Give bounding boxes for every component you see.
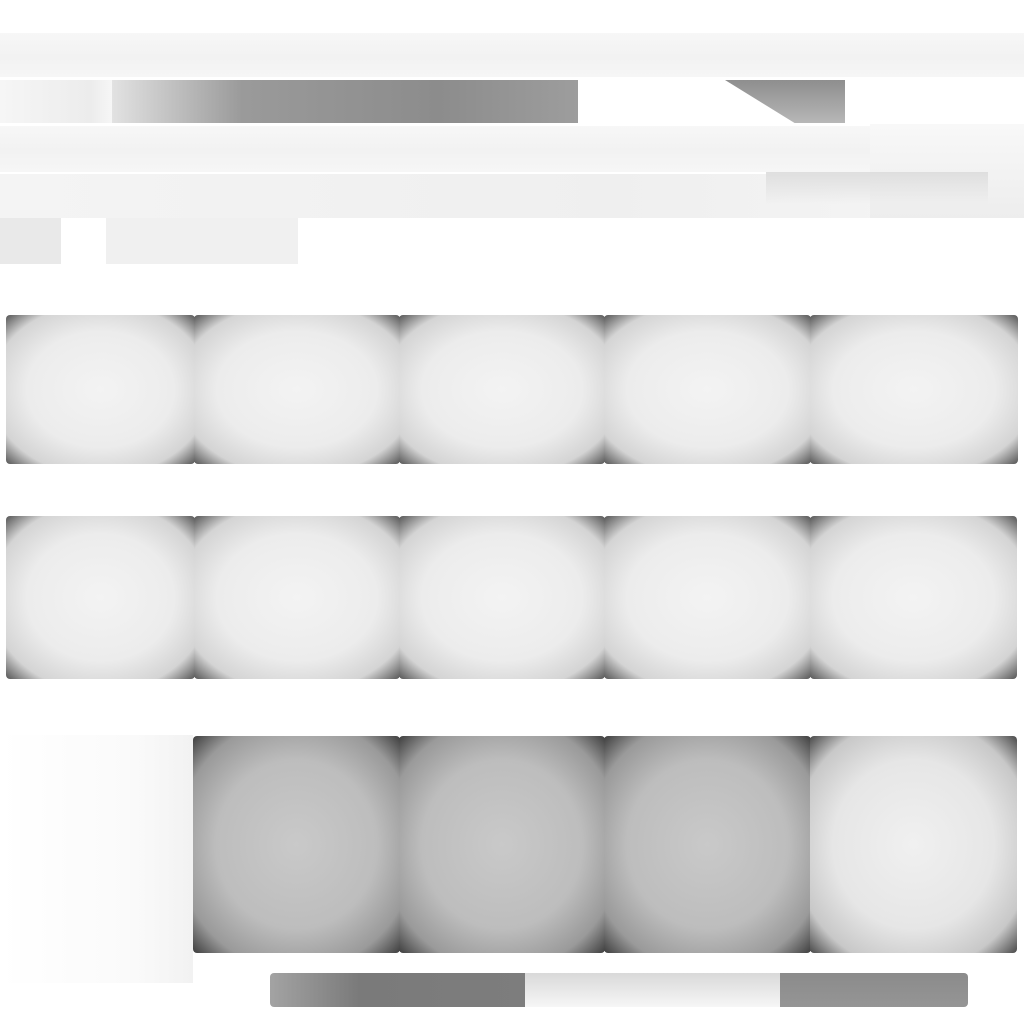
tab-chip-left[interactable] (0, 218, 61, 264)
footer-segment[interactable] (780, 973, 968, 1007)
grid-cell[interactable] (194, 315, 400, 464)
grid-cell[interactable] (810, 315, 1018, 464)
toolbar-shadow (766, 172, 988, 204)
grid-cell[interactable] (193, 736, 400, 953)
screen (0, 0, 1024, 1024)
tab-chip-right[interactable] (106, 218, 298, 264)
grid-cell[interactable] (6, 315, 195, 464)
grid-cell[interactable] (810, 736, 1017, 953)
grid-cell[interactable] (810, 516, 1017, 679)
title-row-fade (0, 80, 130, 123)
top-band (0, 33, 1024, 77)
grid-cell[interactable] (194, 516, 400, 679)
footer-segment[interactable] (270, 973, 525, 1007)
grid-cell[interactable] (604, 516, 811, 679)
grid-cell[interactable] (399, 516, 605, 679)
grid-cell[interactable] (604, 736, 811, 953)
title-bar[interactable] (112, 80, 578, 123)
grid-cell[interactable] (399, 315, 605, 464)
grid-cell-empty (0, 735, 193, 983)
footer-segment[interactable] (525, 973, 780, 1007)
grid-cell[interactable] (399, 736, 605, 953)
grid-cell[interactable] (604, 315, 811, 464)
grid-cell[interactable] (6, 516, 195, 679)
